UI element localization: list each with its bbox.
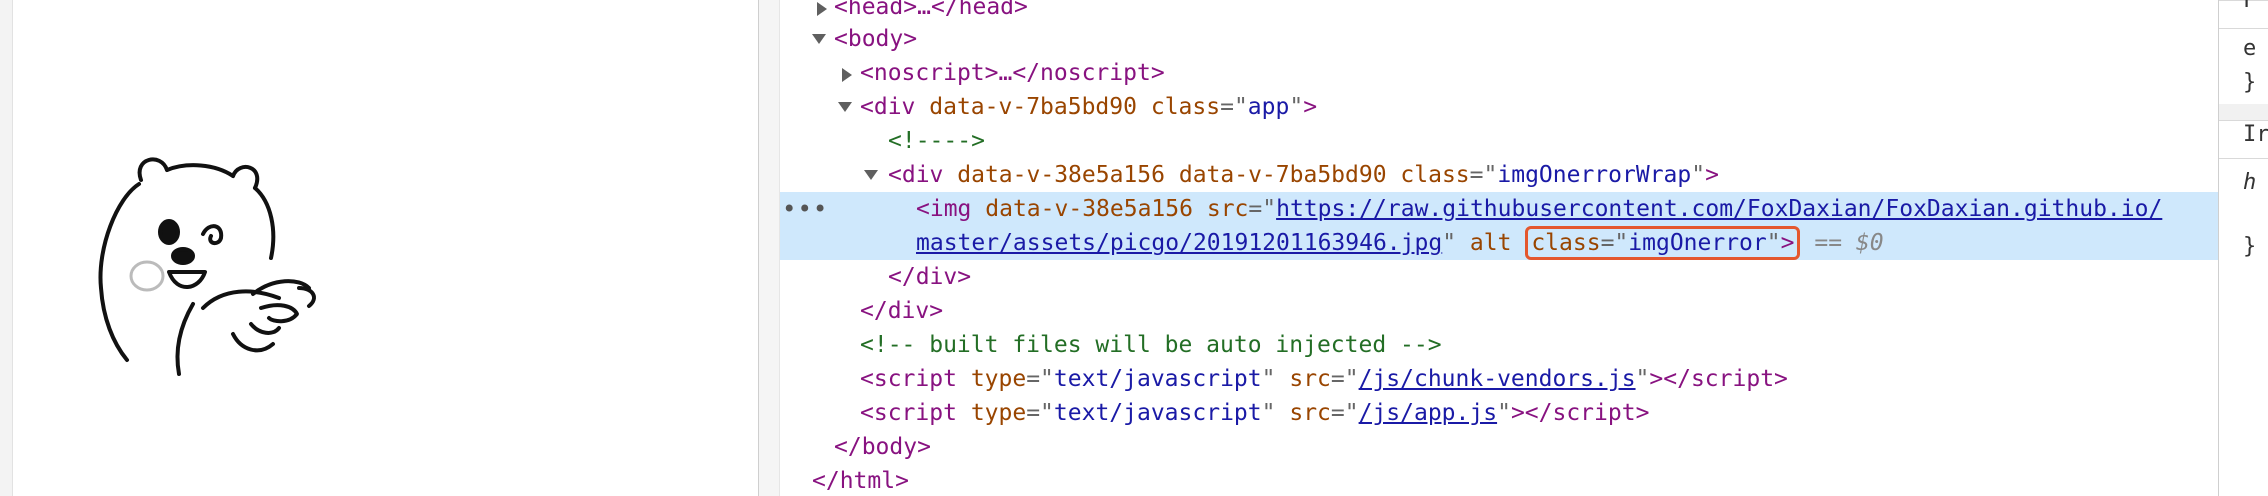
tree-row-html-close[interactable]: </html>: [780, 464, 2220, 496]
page-preview: [0, 0, 760, 496]
tree-row-comment-empty[interactable]: <!---->: [780, 124, 2220, 158]
img-src-link-cont[interactable]: master/assets/picgo/20191201163946.jpg: [916, 230, 1442, 256]
collapse-arrow-icon[interactable]: [838, 102, 852, 112]
styles-text: }: [2243, 234, 2257, 259]
highlight-box: class="imgOnerror">: [1525, 226, 1801, 260]
page-viewport: [12, 0, 759, 496]
console-ref: == $0: [1814, 230, 1884, 256]
tree-row-comment-built[interactable]: <!-- built files will be auto injected -…: [780, 328, 2220, 362]
tree-row-img-selected[interactable]: ••• <img data-v-38e5a156 src="https://ra…: [780, 192, 2220, 226]
img-src-link[interactable]: https://raw.githubusercontent.com/FoxDax…: [1276, 196, 2162, 222]
tree-row-body-close[interactable]: </body>: [780, 430, 2220, 464]
expand-arrow-icon[interactable]: [842, 68, 852, 82]
collapse-arrow-icon[interactable]: [864, 170, 878, 180]
styles-text: e: [2243, 36, 2257, 61]
body-close: </body>: [834, 434, 931, 460]
wrap-div-element: <div data-v-38e5a156 data-v-7ba5bd90 cla…: [888, 162, 1719, 188]
styles-text: h: [2243, 170, 2257, 195]
tree-row-script-app[interactable]: <script type="text/javascript" src="/js/…: [780, 396, 2220, 430]
noscript-element: <noscript>…</noscript>: [860, 60, 1165, 86]
elements-tree[interactable]: <head>…</head> <body> <noscript>…</noscr…: [780, 0, 2220, 496]
app-div-close: </div>: [860, 298, 944, 324]
tree-row-noscript[interactable]: <noscript>…</noscript>: [780, 56, 2220, 90]
tree-row-body[interactable]: <body>: [780, 22, 2220, 56]
body-element: <body>: [834, 26, 918, 52]
script-app-element: <script type="text/javascript" src="/js/…: [860, 400, 1650, 426]
tree-row-head[interactable]: <head>…</head>: [780, 0, 2220, 24]
tree-gutter: [759, 0, 780, 496]
wrap-div-close: </div>: [888, 264, 972, 290]
tree-row-img-selected-cont[interactable]: master/assets/picgo/20191201163946.jpg" …: [780, 226, 2220, 260]
tree-row-app-div-close[interactable]: </div>: [780, 294, 2220, 328]
tree-row-script-vendors[interactable]: <script type="text/javascript" src="/js/…: [780, 362, 2220, 396]
tree-row-wrap-div[interactable]: <div data-v-38e5a156 data-v-7ba5bd90 cla…: [780, 158, 2220, 192]
styles-pane: F e } Ir h }: [2219, 0, 2268, 496]
tree-row-app-div[interactable]: <div data-v-7ba5bd90 class="app">: [780, 90, 2220, 124]
styles-text: }: [2243, 70, 2257, 95]
styles-text: Ir: [2243, 122, 2268, 147]
built-files-comment: <!-- built files will be auto injected -…: [860, 332, 1442, 358]
app-div-element: <div data-v-7ba5bd90 class="app">: [860, 94, 1318, 120]
bear-image: [98, 157, 316, 376]
tree-row-wrap-div-close[interactable]: </div>: [780, 260, 2220, 294]
script-app-link[interactable]: /js/app.js: [1359, 400, 1497, 426]
devtools-window: <head>…</head> <body> <noscript>…</noscr…: [0, 0, 2268, 496]
img-element-cont: master/assets/picgo/20191201163946.jpg" …: [916, 226, 1884, 260]
collapse-arrow-icon[interactable]: [812, 34, 826, 44]
styles-text: F: [2243, 0, 2257, 13]
more-options-icon[interactable]: •••: [782, 192, 828, 226]
img-element: <img data-v-38e5a156 src="https://raw.gi…: [916, 196, 2163, 222]
html-close: </html>: [812, 468, 909, 494]
head-element: <head>…</head>: [834, 0, 1028, 20]
script-vendors-link[interactable]: /js/chunk-vendors.js: [1359, 366, 1636, 392]
expand-arrow-icon[interactable]: [817, 2, 827, 16]
script-vendors-element: <script type="text/javascript" src="/js/…: [860, 366, 1788, 392]
empty-comment: <!---->: [888, 128, 985, 154]
